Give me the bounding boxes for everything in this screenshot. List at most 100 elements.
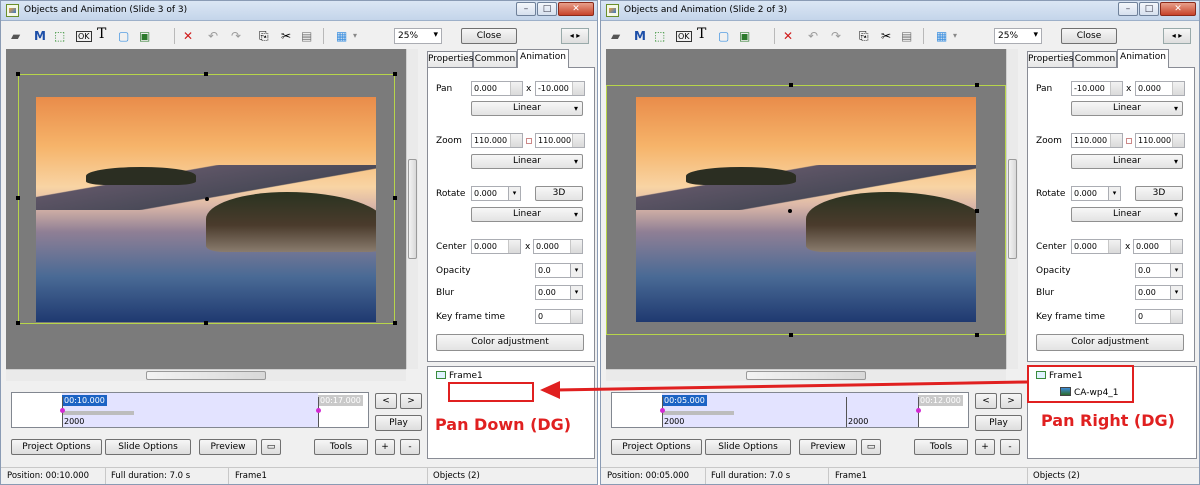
redo-icon[interactable]: ↷ xyxy=(831,29,841,43)
slide-nav-buttons[interactable]: ◂ ▸ xyxy=(1163,28,1191,44)
tree-item-frame1[interactable]: Frame1 xyxy=(436,371,483,381)
text-icon[interactable]: T xyxy=(97,27,106,41)
maximize-button[interactable]: □ xyxy=(1139,2,1159,16)
tab-animation[interactable]: Animation xyxy=(1117,49,1169,68)
keyframe-end[interactable] xyxy=(316,408,321,413)
center-y-input[interactable]: 0.000 xyxy=(533,239,583,254)
play-button[interactable]: Play xyxy=(975,415,1022,431)
slide-canvas[interactable] xyxy=(606,49,1006,369)
zoom-interp-dropdown[interactable]: Linear ▾ xyxy=(1071,154,1183,169)
pan-y-input[interactable]: -10.000 xyxy=(535,81,585,96)
zoom-y-input[interactable]: 110.000 xyxy=(535,133,585,148)
tab-common[interactable]: Common xyxy=(1073,51,1117,67)
play-button[interactable]: Play xyxy=(375,415,422,431)
timeline[interactable]: 00:05.000 00:12.000 2000 2000 xyxy=(611,392,969,428)
center-x-input[interactable]: 0.000 xyxy=(1071,239,1121,254)
remove-keyframe-button[interactable]: - xyxy=(400,439,420,455)
close-button[interactable]: Close xyxy=(461,28,517,44)
remove-keyframe-button[interactable]: - xyxy=(1000,439,1020,455)
rectangle-icon[interactable]: ▢ xyxy=(118,29,129,43)
keyframe-start[interactable] xyxy=(60,408,65,413)
close-button[interactable]: Close xyxy=(1061,28,1117,44)
opacity-input[interactable]: 0.0 ▾ xyxy=(535,263,583,278)
fullscreen-preview-icon[interactable]: ▭ xyxy=(261,439,281,455)
delete-icon[interactable]: ✕ xyxy=(183,29,193,43)
rotate-interp-dropdown[interactable]: Linear ▾ xyxy=(1071,207,1183,222)
maximize-button[interactable]: □ xyxy=(537,2,557,16)
pan-interp-dropdown[interactable]: Linear ▾ xyxy=(1071,101,1183,116)
zoom-interp-dropdown[interactable]: Linear ▾ xyxy=(471,154,583,169)
rotate-3d-button[interactable]: 3D xyxy=(1135,186,1183,201)
zoom-select[interactable]: 25% xyxy=(394,28,442,44)
text-icon[interactable]: T xyxy=(697,27,706,41)
keyframe-time-input[interactable]: 0 xyxy=(535,309,583,324)
keyframe-start[interactable] xyxy=(660,408,665,413)
paste-icon[interactable]: ▤ xyxy=(901,29,912,43)
slide-options-button[interactable]: Slide Options xyxy=(105,439,191,455)
project-options-button[interactable]: Project Options xyxy=(611,439,702,455)
pan-y-input[interactable]: 0.000 xyxy=(1135,81,1185,96)
delete-icon[interactable]: ✕ xyxy=(783,29,793,43)
redo-icon[interactable]: ↷ xyxy=(231,29,241,43)
zoom-select[interactable]: 25% xyxy=(994,28,1042,44)
project-options-button[interactable]: Project Options xyxy=(11,439,102,455)
zoom-link-checkbox[interactable] xyxy=(526,138,532,144)
prev-keyframe-button[interactable]: < xyxy=(375,393,397,409)
frame-selection[interactable] xyxy=(606,85,1006,335)
minimize-button[interactable]: – xyxy=(1118,2,1138,16)
mask-icon[interactable]: M xyxy=(34,29,46,43)
timeline[interactable]: 00:10.000 00:17.000 2000 xyxy=(11,392,369,428)
frame-icon[interactable]: ⬚ xyxy=(54,29,65,43)
image-icon[interactable]: ▣ xyxy=(139,29,150,43)
add-keyframe-button[interactable]: + xyxy=(375,439,395,455)
cut-icon[interactable]: ✂ xyxy=(881,29,891,43)
next-keyframe-button[interactable]: > xyxy=(400,393,422,409)
grid-dropdown-icon[interactable]: ▾ xyxy=(953,29,957,43)
preview-button[interactable]: Preview xyxy=(199,439,257,455)
center-point[interactable] xyxy=(205,197,209,201)
canvas-vertical-scrollbar[interactable] xyxy=(406,49,418,369)
mask-icon[interactable]: M xyxy=(634,29,646,43)
cut-icon[interactable]: ✂ xyxy=(281,29,291,43)
center-point[interactable] xyxy=(788,209,792,213)
image-icon[interactable]: ▣ xyxy=(739,29,750,43)
zoom-link-checkbox[interactable] xyxy=(1126,138,1132,144)
video-icon[interactable]: ▰ xyxy=(11,29,20,43)
keyframe-end[interactable] xyxy=(916,408,921,413)
center-x-input[interactable]: 0.000 xyxy=(471,239,521,254)
minimize-button[interactable]: – xyxy=(516,2,536,16)
copy-icon[interactable]: ⎘ xyxy=(859,29,869,43)
canvas-horizontal-scrollbar[interactable] xyxy=(606,369,1006,381)
rectangle-icon[interactable]: ▢ xyxy=(718,29,729,43)
zoom-x-input[interactable]: 110.000 xyxy=(1071,133,1123,148)
blur-input[interactable]: 0.00 ▾ xyxy=(535,285,583,300)
grid-icon[interactable]: ▦ xyxy=(336,29,347,43)
canvas-vertical-scrollbar[interactable] xyxy=(1006,49,1018,369)
undo-icon[interactable]: ↶ xyxy=(208,29,218,43)
keyframe-time-input[interactable]: 0 xyxy=(1135,309,1183,324)
pan-interp-dropdown[interactable]: Linear ▾ xyxy=(471,101,583,116)
tab-properties[interactable]: Properties xyxy=(427,51,473,67)
color-adjustment-button[interactable]: Color adjustment xyxy=(436,334,584,351)
zoom-y-input[interactable]: 110.000 xyxy=(1135,133,1185,148)
button-object-icon[interactable]: OK xyxy=(676,31,692,42)
rotate-input[interactable]: 0.000 ▾ xyxy=(1071,186,1121,201)
zoom-x-input[interactable]: 110.000 xyxy=(471,133,523,148)
preview-button[interactable]: Preview xyxy=(799,439,857,455)
grid-dropdown-icon[interactable]: ▾ xyxy=(353,29,357,43)
frame-icon[interactable]: ⬚ xyxy=(654,29,665,43)
slide-canvas[interactable] xyxy=(6,49,406,369)
add-keyframe-button[interactable]: + xyxy=(975,439,995,455)
pan-x-input[interactable]: 0.000 xyxy=(471,81,523,96)
prev-keyframe-button[interactable]: < xyxy=(975,393,997,409)
slide-nav-buttons[interactable]: ◂ ▸ xyxy=(561,28,589,44)
tools-button[interactable]: Tools xyxy=(914,439,968,455)
rotate-input[interactable]: 0.000 ▾ xyxy=(471,186,521,201)
tab-properties[interactable]: Properties xyxy=(1027,51,1073,67)
color-adjustment-button[interactable]: Color adjustment xyxy=(1036,334,1184,351)
rotate-3d-button[interactable]: 3D xyxy=(535,186,583,201)
blur-input[interactable]: 0.00 ▾ xyxy=(1135,285,1183,300)
button-object-icon[interactable]: OK xyxy=(76,31,92,42)
video-icon[interactable]: ▰ xyxy=(611,29,620,43)
opacity-input[interactable]: 0.0 ▾ xyxy=(1135,263,1183,278)
